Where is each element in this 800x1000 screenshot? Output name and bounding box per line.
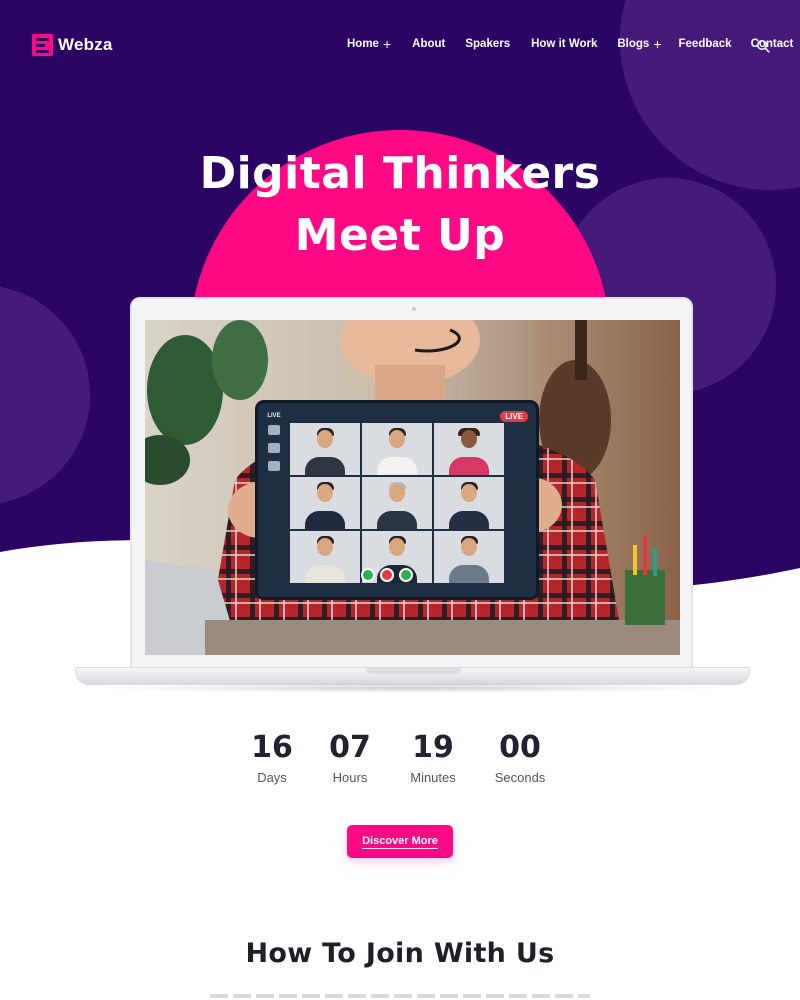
countdown-hours-value: 07 [329,730,371,765]
countdown-minutes-value: 19 [412,730,454,765]
countdown-seconds-value: 00 [499,730,541,765]
discover-more-label: Discover More [362,834,438,849]
nav-about-label: About [412,38,446,50]
hero-title-line1: Digital Thinkers [199,148,601,199]
logo-icon [32,34,53,56]
laptop-lid: LIVE LIVE [130,297,693,669]
discover-more-button[interactable]: Discover More [347,825,453,858]
search-button[interactable] [756,38,770,53]
end-call-icon [380,568,394,582]
countdown-days-value: 16 [251,730,293,765]
plus-icon: + [653,36,662,52]
laptop-shadow [95,683,730,693]
search-icon [756,39,770,53]
countdown-days-label: Days [257,770,287,785]
volume-icon [268,443,280,453]
participant-tile [434,423,504,475]
user-icon [268,461,280,471]
camera-dot [412,307,416,311]
hero-title-line2: Meet Up [294,210,506,261]
participant-tile [290,423,360,475]
countdown-days: 16 Days [232,728,312,785]
nav-how-it-work[interactable]: How it Work [531,38,597,50]
countdown-hours: 07 Hours [310,728,390,785]
participant-tile [434,477,504,529]
nav-blogs-label: Blogs [617,38,650,50]
microphone-icon [399,568,413,582]
section-title: How To Join With Us [245,938,555,969]
tablet-video-call: LIVE LIVE [255,400,539,600]
nav-how-it-work-label: How it Work [531,38,598,50]
logo[interactable]: Webza [32,34,113,56]
participant-tile [362,423,432,475]
nav-about[interactable]: About [412,38,445,50]
nav-speakers-label: Spakers [465,38,511,50]
video-camera-icon [361,568,375,582]
nav-blogs[interactable]: Blogs + [617,36,662,52]
chat-icon [268,425,280,435]
participant-tile [290,477,360,529]
countdown-minutes-label: Minutes [410,770,456,785]
section-subtitle-clipped [210,994,590,998]
nav-home-label: Home [347,38,379,50]
laptop-screen-photo: LIVE LIVE [145,320,680,655]
live-badge: LIVE [500,411,528,422]
participant-tile [290,531,360,583]
countdown-seconds: 00 Seconds [480,728,560,785]
navbar: Webza Home + About Spakers How it Work B… [0,0,800,92]
hero-title: Digital Thinkers Meet Up [0,143,800,267]
nav-feedback-label: Feedback [678,38,732,50]
live-side-label: LIVE [267,413,281,419]
plus-icon: + [382,36,392,52]
main-nav: Home + About Spakers How it Work Blogs +… [347,36,793,52]
participant-tile [434,531,504,583]
laptop-mockup: LIVE LIVE [75,297,750,697]
video-grid [290,423,504,583]
logo-text: Webza [58,35,113,54]
participant-tile [362,477,432,529]
call-controls [361,568,413,582]
nav-feedback[interactable]: Feedback [679,38,732,50]
tablet-sidebar: LIVE [263,413,285,589]
countdown-minutes: 19 Minutes [393,728,473,785]
nav-home[interactable]: Home + [347,36,392,52]
countdown-seconds-label: Seconds [494,770,546,785]
nav-speakers[interactable]: Spakers [465,38,510,50]
countdown-timer: 16 Days 07 Hours 19 Minutes 00 Seconds [0,728,800,798]
laptop-notch [366,668,461,674]
countdown-hours-label: Hours [332,770,368,785]
